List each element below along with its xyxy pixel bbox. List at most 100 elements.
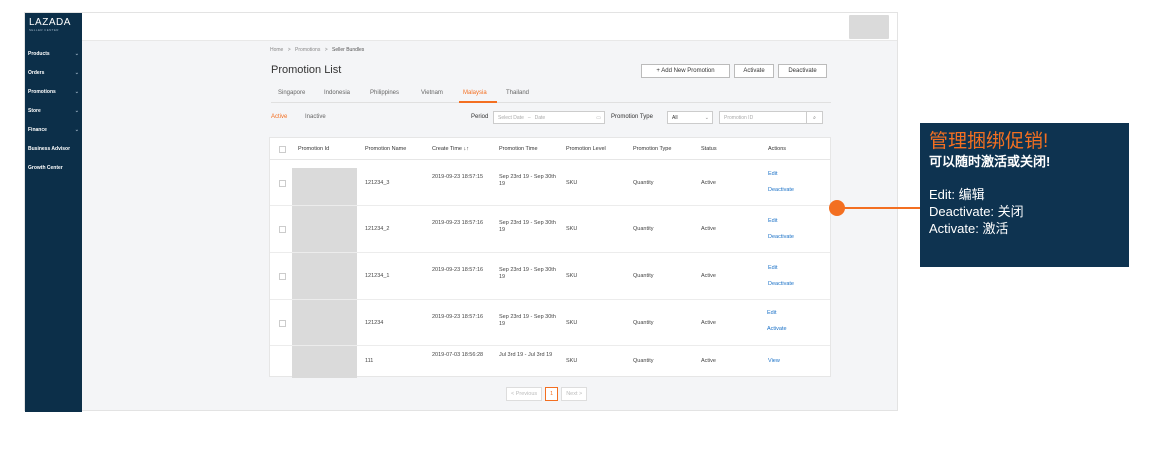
promotion-time: Sep 23rd 19 - Sep 30th 19	[499, 174, 556, 187]
column-header: Promotion Level	[566, 146, 606, 152]
sidebar-item-label: Orders	[28, 69, 45, 76]
avatar[interactable]	[849, 15, 889, 39]
tab-philippines[interactable]: Philippines	[370, 90, 399, 96]
sidebar-item-products[interactable]: Products ⌄	[25, 44, 82, 63]
pagination: < Previous 1 Next >	[506, 387, 588, 401]
callout-pointer-dot	[829, 200, 845, 216]
create-time: 2019-09-23 18:57:16	[432, 314, 484, 320]
column-header-sortable[interactable]: Create Time ↓↑	[432, 146, 469, 152]
tab-malaysia[interactable]: Malaysia	[463, 90, 487, 96]
chevron-down-icon: ⌄	[74, 50, 79, 57]
column-header: Promotion Id	[298, 146, 330, 152]
promotion-name: 111	[365, 358, 374, 364]
promotion-time: Jul 3rd 19 - Jul 3rd 19	[499, 352, 553, 358]
callout-line-activate: Activate: 激活	[929, 221, 1009, 236]
breadcrumb-separator: >	[287, 47, 291, 53]
tab-singapore[interactable]: Singapore	[278, 90, 305, 96]
search-icon[interactable]: ⌕	[806, 111, 823, 124]
edit-link[interactable]: Edit	[768, 265, 777, 272]
column-header: Promotion Type	[633, 146, 672, 152]
deactivate-link[interactable]: Deactivate	[768, 187, 794, 194]
top-bar	[82, 13, 897, 41]
country-tabs: Singapore Indonesia Philippines Vietnam …	[271, 87, 831, 103]
start-date-field[interactable]: Select Date	[498, 115, 524, 121]
table-row: 111 2019-07-03 18:56:28 Jul 3rd 19 - Jul…	[270, 346, 830, 377]
promotion-type-label: Promotion Type	[611, 114, 653, 120]
tab-indonesia[interactable]: Indonesia	[324, 90, 350, 96]
calendar-icon: ▭	[596, 114, 601, 121]
promotion-type: Quantity	[633, 358, 654, 364]
row-checkbox[interactable]	[279, 226, 286, 233]
tab-thailand[interactable]: Thailand	[506, 90, 529, 96]
promotion-name: 121234	[365, 320, 384, 326]
status: Active	[701, 226, 716, 232]
sidebar-item-orders[interactable]: Orders ⌄	[25, 63, 82, 82]
create-time: 2019-09-23 18:57:16	[432, 267, 484, 273]
chevron-down-icon: ⌄	[74, 69, 79, 76]
edit-link[interactable]: Edit	[767, 310, 776, 317]
promotion-time: Sep 23rd 19 - Sep 30th 19	[499, 220, 556, 233]
sidebar-item-business-advisor[interactable]: Business Advisor	[25, 139, 82, 158]
chevron-down-icon: ⌄	[74, 126, 79, 133]
page-number-current[interactable]: 1	[545, 387, 559, 401]
tab-vietnam[interactable]: Vietnam	[421, 90, 443, 96]
sidebar-item-label: Store	[28, 107, 41, 114]
promotion-level: SKU	[566, 180, 578, 186]
column-header: Promotion Time	[499, 146, 538, 152]
promotion-table: Promotion Id Promotion Name Create Time …	[269, 137, 831, 378]
table-header: Promotion Id Promotion Name Create Time …	[270, 138, 830, 160]
promotion-level: SKU	[566, 273, 578, 279]
chevron-down-icon: ⌄	[74, 107, 79, 114]
status: Active	[701, 273, 716, 279]
promotion-time: Sep 23rd 19 - Sep 30th 19	[499, 267, 556, 280]
logo-sub-text: SELLER CENTER	[29, 28, 59, 32]
sidebar-item-promotions[interactable]: Promotions ⌄	[25, 82, 82, 101]
column-header: Status	[701, 146, 717, 152]
logo-main-text: LAZADA	[29, 17, 71, 28]
app-window: LAZADA SELLER CENTER Products ⌄ Orders ⌄ P…	[24, 12, 898, 412]
row-checkbox[interactable]	[279, 180, 286, 187]
period-label: Period	[471, 114, 489, 120]
edit-link[interactable]: Edit	[768, 171, 777, 178]
lazada-logo[interactable]: LAZADA SELLER CENTER	[29, 17, 77, 37]
previous-page-button[interactable]: < Previous	[506, 387, 543, 401]
period-date-range[interactable]: Select Date – Date ▭	[493, 111, 605, 124]
callout-title: 管理捆绑促销!	[929, 131, 1049, 152]
promotion-name: 121234_3	[365, 180, 390, 186]
annotation-callout: 管理捆绑促销! 可以随时激活或关闭! Edit: 编辑 Deactivate: …	[920, 123, 1129, 267]
promotion-level: SKU	[566, 226, 578, 232]
row-checkbox[interactable]	[279, 273, 286, 280]
deactivate-link[interactable]: Deactivate	[768, 234, 794, 241]
deactivate-button[interactable]: Deactivate	[778, 64, 827, 78]
sidebar-item-store[interactable]: Store ⌄	[25, 101, 82, 120]
promotion-type: Quantity	[633, 320, 654, 326]
view-link[interactable]: View	[768, 358, 780, 365]
range-separator: –	[527, 114, 531, 121]
promotion-type-select[interactable]: All ⌄	[667, 111, 713, 124]
promotion-type-value: All	[672, 114, 678, 121]
table-row: 121234_2 2019-09-23 18:57:16 Sep 23rd 19…	[270, 206, 830, 253]
select-all-checkbox[interactable]	[279, 146, 286, 153]
deactivate-link[interactable]: Deactivate	[768, 281, 794, 288]
sidebar-item-finance[interactable]: Finance ⌄	[25, 120, 82, 139]
sidebar-item-growth-center[interactable]: Growth Center	[25, 158, 82, 177]
status: Active	[701, 358, 716, 364]
activate-button[interactable]: Activate	[734, 64, 774, 78]
breadcrumb-current: Seller Bundles	[332, 47, 365, 53]
status: Active	[701, 320, 716, 326]
next-page-button[interactable]: Next >	[561, 387, 588, 401]
status-tab-inactive[interactable]: Inactive	[305, 114, 326, 120]
end-date-field[interactable]: Date	[535, 115, 546, 121]
breadcrumb-separator: >	[324, 47, 328, 53]
row-checkbox[interactable]	[279, 320, 286, 327]
breadcrumb-home[interactable]: Home	[270, 47, 283, 53]
activate-link[interactable]: Activate	[767, 326, 787, 333]
promotion-id-input[interactable]: Promotion ID	[719, 111, 807, 124]
promotion-level: SKU	[566, 320, 578, 326]
breadcrumb-promotions[interactable]: Promotions	[295, 47, 320, 53]
promotion-type: Quantity	[633, 180, 654, 186]
promotion-name: 121234_2	[365, 226, 390, 232]
status-tab-active[interactable]: Active	[271, 114, 287, 120]
edit-link[interactable]: Edit	[768, 218, 777, 225]
add-promotion-button[interactable]: + Add New Promotion	[641, 64, 730, 78]
